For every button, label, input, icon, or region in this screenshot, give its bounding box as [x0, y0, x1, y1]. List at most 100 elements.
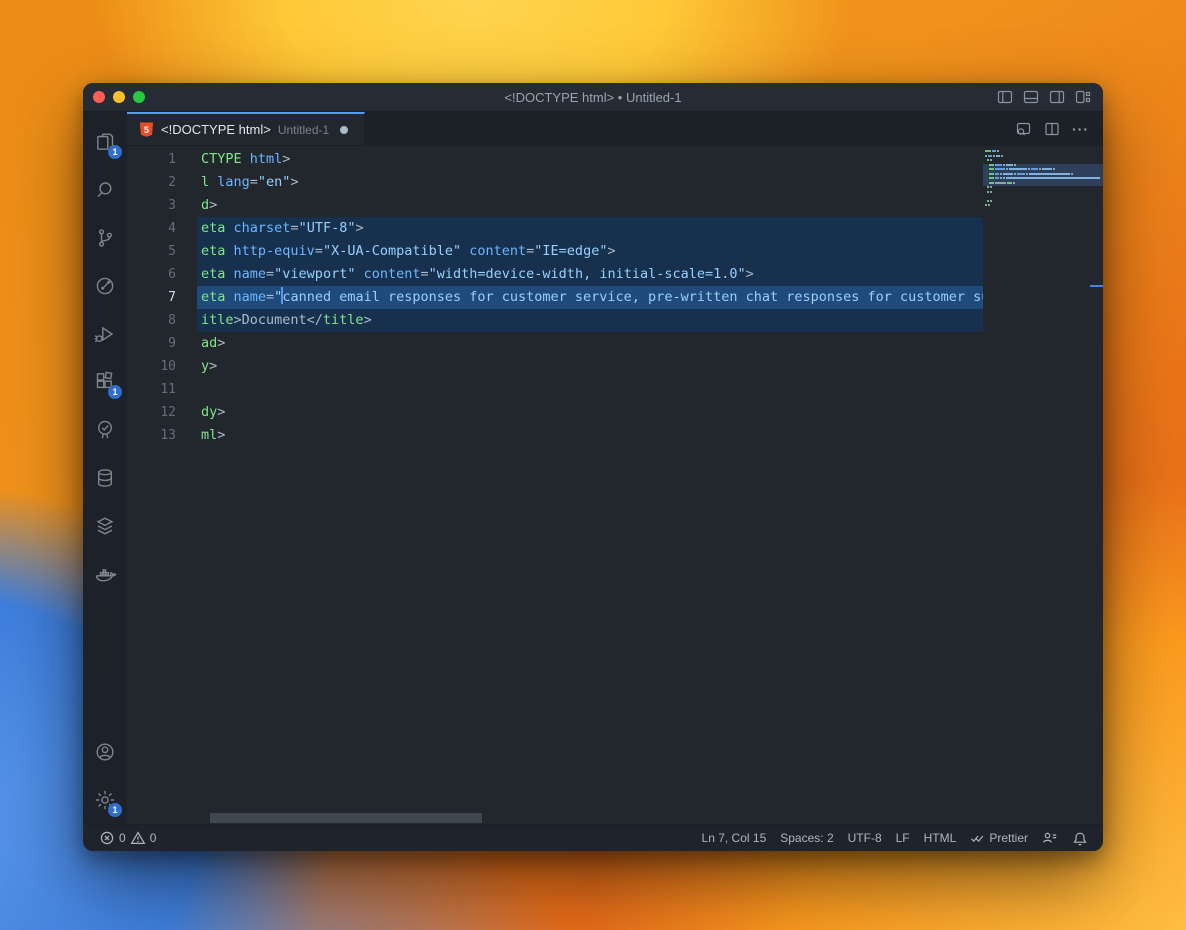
line-number: 13: [127, 428, 201, 443]
activity-commit-graph[interactable]: [83, 262, 127, 310]
code-line[interactable]: 4eta charset="UTF-8">: [127, 217, 983, 240]
status-bar: 0 0 Ln 7, Col 15 Spaces: 2 UTF-8 LF HTML…: [83, 824, 1103, 851]
traffic-lights: [83, 91, 145, 103]
settings-badge: 1: [108, 803, 122, 817]
line-number: 1: [127, 152, 201, 167]
git-branch-icon: [93, 226, 117, 250]
tab-bar: 5 <!DOCTYPE html> Untitled-1 ···: [127, 112, 1103, 146]
window-title: <!DOCTYPE html> • Untitled-1: [83, 90, 1103, 105]
line-number: 10: [127, 359, 201, 374]
line-number: 4: [127, 221, 201, 236]
code-line[interactable]: 2l lang="en">: [127, 171, 983, 194]
toggle-primary-sidebar-icon[interactable]: [997, 89, 1013, 105]
close-button[interactable]: [93, 91, 105, 103]
code-line[interactable]: 5eta http-equiv="X-UA-Compatible" conten…: [127, 240, 983, 263]
code-line[interactable]: 6eta name="viewport" content="width=devi…: [127, 263, 983, 286]
split-editor-icon[interactable]: [1044, 121, 1060, 137]
vscode-window: <!DOCTYPE html> • Untitled-1 1: [83, 83, 1103, 851]
notifications-status[interactable]: [1065, 825, 1095, 851]
line-number: 6: [127, 267, 201, 282]
account-icon: [93, 740, 117, 764]
debug-icon: [93, 322, 117, 346]
formatter-status[interactable]: Prettier: [963, 825, 1035, 851]
activity-accounts[interactable]: [83, 728, 127, 776]
indentation-status[interactable]: Spaces: 2: [773, 825, 840, 851]
code-text: eta charset="UTF-8">: [201, 217, 983, 240]
commit-graph-icon: [93, 274, 117, 298]
error-count: 0: [119, 831, 126, 845]
open-preview-icon[interactable]: [1015, 121, 1032, 137]
code-text: l lang="en">: [201, 171, 983, 194]
toggle-secondary-sidebar-icon[interactable]: [1049, 89, 1065, 105]
code-line[interactable]: 7eta name="canned email responses for cu…: [127, 286, 983, 309]
activity-search[interactable]: [83, 166, 127, 214]
activity-layers[interactable]: [83, 502, 127, 550]
activity-docker[interactable]: [83, 550, 127, 598]
activity-database[interactable]: [83, 454, 127, 502]
line-number: 8: [127, 313, 201, 328]
minimize-button[interactable]: [113, 91, 125, 103]
code-text: eta http-equiv="X-UA-Compatible" content…: [201, 240, 983, 263]
code-area[interactable]: 1CTYPE html>2l lang="en">3d>4eta charset…: [127, 148, 983, 824]
code-line[interactable]: 12dy>: [127, 401, 983, 424]
tab-filename: Untitled-1: [278, 123, 329, 137]
code-text: eta name="viewport" content="width=devic…: [201, 263, 983, 286]
overview-ruler-cursor: [1090, 285, 1103, 287]
double-check-icon: [970, 833, 985, 844]
code-line[interactable]: 3d>: [127, 194, 983, 217]
activity-extensions[interactable]: 1: [83, 358, 127, 406]
bell-icon: [1072, 831, 1088, 846]
database-icon: [93, 466, 117, 490]
activity-source-control[interactable]: [83, 214, 127, 262]
toggle-panel-icon[interactable]: [1023, 89, 1039, 105]
cursor-position-status[interactable]: Ln 7, Col 15: [695, 825, 774, 851]
code-text: CTYPE html>: [201, 148, 983, 171]
line-number: 2: [127, 175, 201, 190]
warning-count: 0: [150, 831, 157, 845]
code-editor[interactable]: 1CTYPE html>2l lang="en">3d>4eta charset…: [127, 146, 1103, 824]
code-text: d>: [201, 194, 983, 217]
problems-status[interactable]: 0 0: [92, 825, 163, 851]
feedback-status[interactable]: [1035, 825, 1065, 851]
more-actions-icon[interactable]: ···: [1072, 122, 1089, 136]
dirty-indicator[interactable]: [340, 126, 348, 134]
code-text: dy>: [201, 401, 983, 424]
line-number: 5: [127, 244, 201, 259]
extensions-badge: 1: [108, 385, 122, 399]
html5-icon: 5: [139, 122, 154, 137]
code-line[interactable]: 8itle>Document</title>: [127, 309, 983, 332]
activity-testing[interactable]: [83, 406, 127, 454]
search-icon: [93, 178, 117, 202]
line-number: 11: [127, 382, 201, 397]
warning-icon: [130, 830, 146, 846]
customize-layout-icon[interactable]: [1075, 89, 1091, 105]
line-number: 7: [127, 290, 201, 305]
line-number: 12: [127, 405, 201, 420]
activity-bar: 1 1: [83, 112, 127, 824]
eol-status[interactable]: LF: [889, 825, 917, 851]
code-line[interactable]: 9ad>: [127, 332, 983, 355]
zoom-button[interactable]: [133, 91, 145, 103]
layout-controls: [997, 89, 1103, 105]
horizontal-scrollbar[interactable]: [210, 813, 482, 823]
tree-check-icon: [93, 418, 117, 442]
activity-explorer[interactable]: 1: [83, 118, 127, 166]
feedback-person-icon: [1042, 831, 1058, 845]
code-line[interactable]: 10y>: [127, 355, 983, 378]
docker-whale-icon: [93, 562, 117, 586]
code-line[interactable]: 1CTYPE html>: [127, 148, 983, 171]
tab-label: <!DOCTYPE html>: [161, 122, 271, 137]
activity-run-debug[interactable]: [83, 310, 127, 358]
minimap-code: [985, 150, 1101, 209]
language-mode-status[interactable]: HTML: [917, 825, 964, 851]
editor-actions: ···: [1015, 112, 1103, 145]
minimap[interactable]: [983, 146, 1103, 824]
code-text: itle>Document</title>: [201, 309, 983, 332]
code-line[interactable]: 13ml>: [127, 424, 983, 447]
tab-untitled-1[interactable]: 5 <!DOCTYPE html> Untitled-1: [127, 112, 365, 145]
encoding-status[interactable]: UTF-8: [841, 825, 889, 851]
code-line[interactable]: 11: [127, 378, 983, 401]
activity-settings[interactable]: 1: [83, 776, 127, 824]
desktop-wallpaper: <!DOCTYPE html> • Untitled-1 1: [0, 0, 1186, 930]
titlebar[interactable]: <!DOCTYPE html> • Untitled-1: [83, 83, 1103, 112]
